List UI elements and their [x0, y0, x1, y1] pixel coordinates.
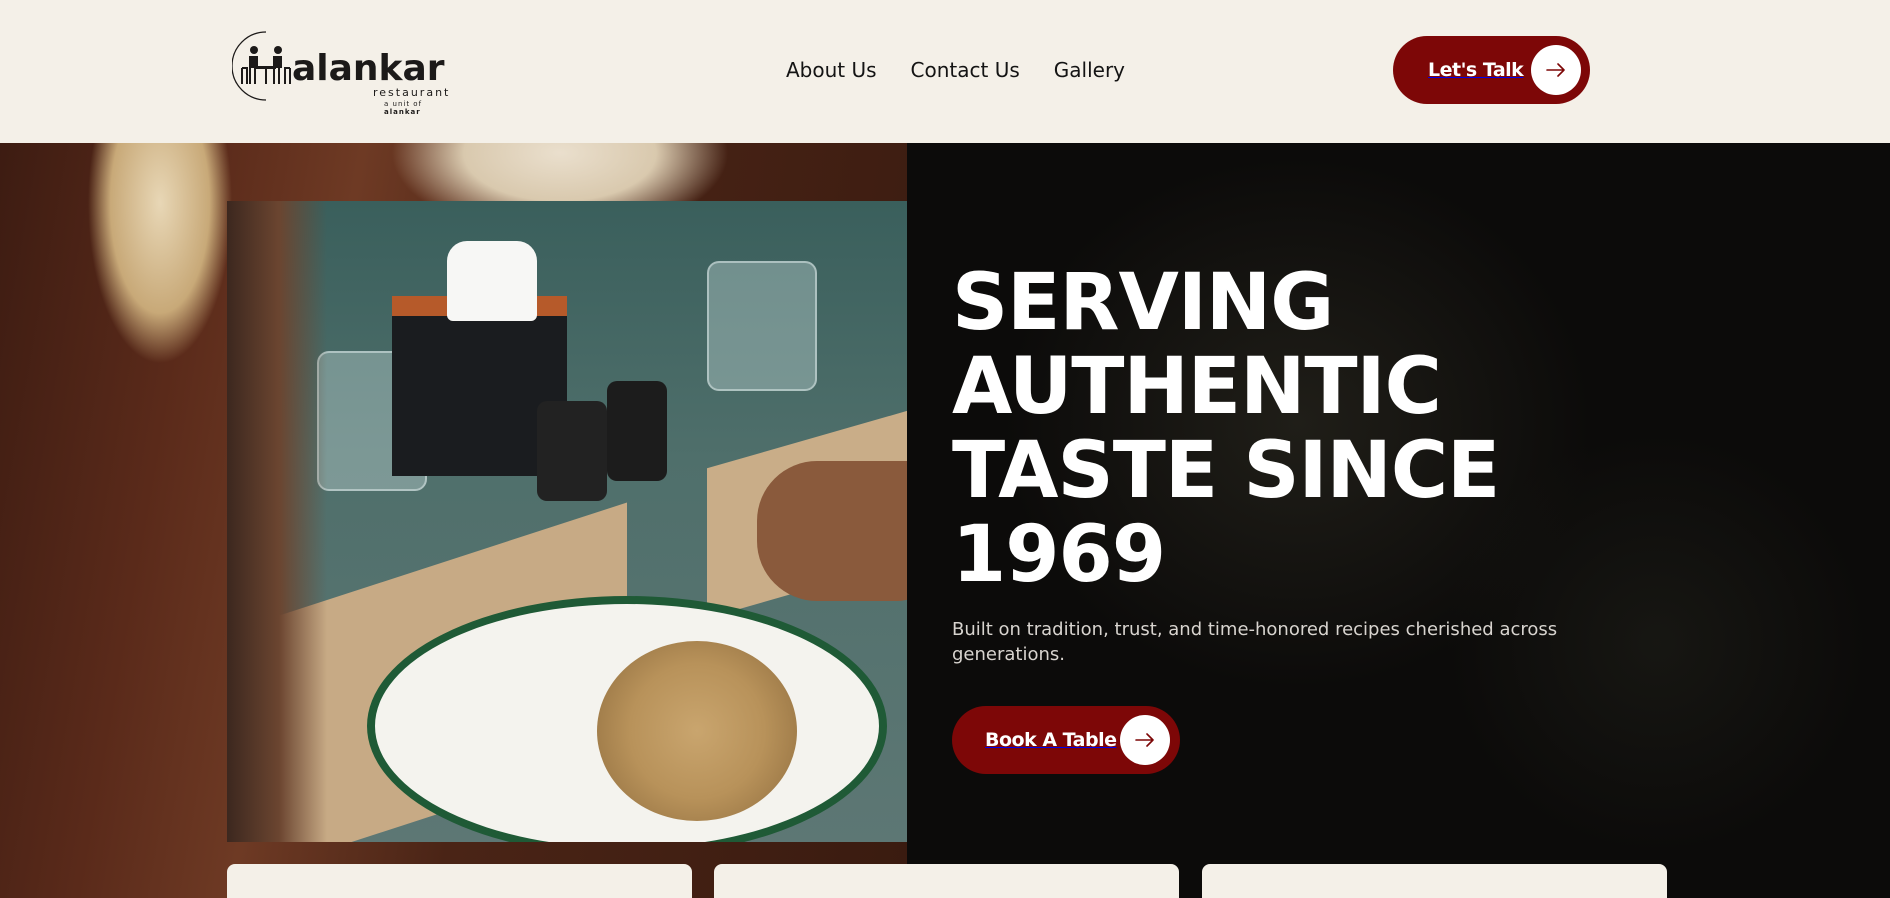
site-header: alankar restaurant a unit of alankar Abo…: [0, 0, 1890, 143]
feature-card: [227, 864, 692, 898]
logo-wordmark: alankar: [292, 48, 445, 89]
arrow-right-icon: [1120, 715, 1170, 765]
main-nav: About Us Contact Us Gallery: [786, 58, 1125, 82]
hero-section: SERVING AUTHENTIC TASTE SINCE 1969 Built…: [0, 143, 1890, 898]
book-a-table-label: Book A Table: [985, 729, 1117, 751]
hero-headline-line: TASTE SINCE: [952, 426, 1500, 516]
nav-item-contact-us[interactable]: Contact Us: [911, 58, 1020, 82]
nav-item-about-us[interactable]: About Us: [786, 58, 877, 82]
brand-logo[interactable]: alankar restaurant a unit of alankar: [232, 28, 451, 116]
hero-headline: SERVING AUTHENTIC TASTE SINCE 1969: [952, 258, 1500, 600]
book-a-table-button[interactable]: Book A Table: [952, 706, 1180, 774]
logo-unit-prefix: a unit of: [384, 100, 423, 108]
lets-talk-label: Let's Talk: [1428, 59, 1524, 81]
hero-headline-line: AUTHENTIC: [952, 342, 1442, 432]
logo-subtitle: restaurant: [373, 86, 451, 99]
feature-card: [1202, 864, 1667, 898]
hero-subtext: Built on tradition, trust, and time-hono…: [952, 619, 1558, 665]
hero-dining-photo: [227, 201, 907, 842]
hero-headline-line: 1969: [952, 510, 1166, 600]
logo-unit-brand: alankar: [384, 108, 421, 116]
feature-card: [714, 864, 1179, 898]
nav-item-gallery[interactable]: Gallery: [1054, 58, 1125, 82]
hero-headline-line: SERVING: [952, 258, 1334, 348]
logo-unit-line: a unit of alankar: [384, 100, 447, 116]
lets-talk-button[interactable]: Let's Talk: [1393, 36, 1590, 104]
arrow-right-icon: [1531, 45, 1581, 95]
